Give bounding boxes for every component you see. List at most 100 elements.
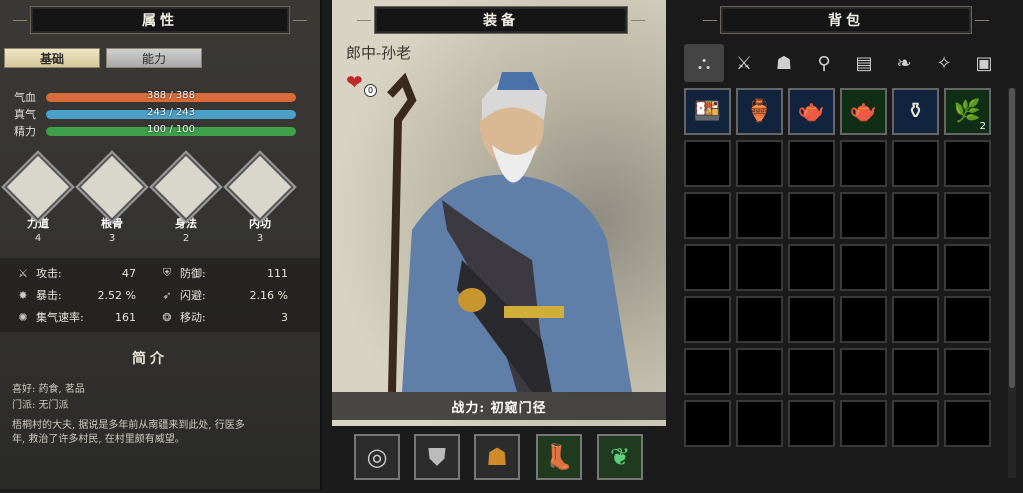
stat-move: ❂ 移动: 3 xyxy=(160,308,288,326)
inventory-scrollbar[interactable] xyxy=(1008,88,1016,478)
attribute-value: 2 xyxy=(182,233,190,244)
stat-value: 2.16 % xyxy=(249,288,288,302)
burst-icon: ✸ xyxy=(18,288,28,302)
inventory-slot-empty[interactable] xyxy=(840,140,887,187)
intro-sect: 门派: 无门派 xyxy=(12,400,69,411)
boots-icon[interactable]: 👢 xyxy=(536,434,582,480)
stat-attack: ⚔ 攻击: 47 xyxy=(16,264,136,282)
ring-icon[interactable]: ◎ xyxy=(354,434,400,480)
accessory-icon[interactable]: ⚲ xyxy=(804,44,844,82)
inventory-slot-empty[interactable] xyxy=(788,192,835,239)
inventory-slot-empty[interactable] xyxy=(944,244,991,291)
constitution-figure-icon xyxy=(78,153,146,221)
stat-defense: ⛨ 防御: 111 xyxy=(160,264,288,282)
dodge-icon: ➶ xyxy=(162,288,172,302)
inventory-slot-empty[interactable] xyxy=(892,244,939,291)
attributes-header: 属性 xyxy=(13,6,307,34)
herb-plant-icon: 🌿 xyxy=(953,99,982,124)
equipment-header: 装备 xyxy=(357,6,645,34)
scroll-thumb[interactable] xyxy=(1009,88,1015,388)
inventory-slot-empty[interactable] xyxy=(736,400,783,447)
armor-icon[interactable]: ☗ xyxy=(764,44,804,82)
helmet-icon[interactable]: ☗ xyxy=(474,434,520,480)
inventory-slot-empty[interactable] xyxy=(892,400,939,447)
inventory-slot-empty[interactable] xyxy=(944,296,991,343)
tray-icon: 🍱 xyxy=(693,99,722,124)
book-icon[interactable]: ▤ xyxy=(844,44,884,82)
inventory-slot-empty[interactable] xyxy=(788,140,835,187)
equipment-slots: ◎ ⛊ ☗ 👢 ❦ xyxy=(332,426,666,489)
stat-value: 47 xyxy=(122,266,136,280)
inventory-slot-empty[interactable] xyxy=(892,296,939,343)
hp-bar: 388 / 388 xyxy=(46,90,296,102)
misc-icon[interactable]: ▣ xyxy=(964,44,1004,82)
inventory-slot-empty[interactable] xyxy=(840,400,887,447)
weapon-icon[interactable]: ⚔ xyxy=(724,44,764,82)
inventory-slot-empty[interactable] xyxy=(736,192,783,239)
inventory-slot-empty[interactable] xyxy=(944,192,991,239)
inventory-slot-empty[interactable] xyxy=(840,244,887,291)
inventory-slot-empty[interactable] xyxy=(788,348,835,395)
inventory-slot-empty[interactable] xyxy=(944,348,991,395)
stat-label: 防御: xyxy=(180,267,206,280)
combat-stats: ⚔ 攻击: 47 ⛨ 防御: 111 ✸ 暴击: 2.52 % ➶ 闪避: 2.… xyxy=(0,258,322,332)
inventory-slot-empty[interactable] xyxy=(684,140,731,187)
sword-icon: ⚔ xyxy=(18,266,28,280)
inventory-slot-empty[interactable] xyxy=(840,348,887,395)
inventory-slot-empty[interactable] xyxy=(736,296,783,343)
herb-icon[interactable]: ❧ xyxy=(884,44,924,82)
inventory-slot-empty[interactable] xyxy=(944,400,991,447)
inventory-slot-empty[interactable] xyxy=(944,140,991,187)
agility-figure-icon xyxy=(152,153,220,221)
inventory-slot-item[interactable]: 🫖 xyxy=(788,88,835,135)
inventory-slot-empty[interactable] xyxy=(736,140,783,187)
inventory-slot-empty[interactable] xyxy=(684,296,731,343)
armor-icon[interactable]: ⛊ xyxy=(414,434,460,480)
inventory-slot-empty[interactable] xyxy=(736,244,783,291)
skill-icon[interactable]: ✧ xyxy=(924,44,964,82)
stat-value: 161 xyxy=(115,310,136,324)
teapot-icon: 🫖 xyxy=(797,99,826,124)
inventory-slot-empty[interactable] xyxy=(788,244,835,291)
attribute-constitution[interactable]: 根骨 3 xyxy=(78,153,146,244)
dark-teapot-icon: 🫖 xyxy=(849,99,878,124)
inventory-slot-empty[interactable] xyxy=(788,296,835,343)
heart-count: 0 xyxy=(364,84,377,97)
inventory-slot-item[interactable]: 🌿 2 xyxy=(944,88,991,135)
inventory-slot-empty[interactable] xyxy=(840,192,887,239)
gourd-bottle-icon: ⚱ xyxy=(906,99,925,124)
attribute-strength[interactable]: 力道 4 xyxy=(4,153,72,244)
attribute-inner-force[interactable]: 内功 3 xyxy=(226,153,294,244)
inventory-slot-empty[interactable] xyxy=(892,140,939,187)
inventory-slot-empty[interactable] xyxy=(684,400,731,447)
inventory-panel: 背包 ⛬ ⚔ ☗ ⚲ ▤ ❧ ✧ ▣ 🍱 🏺 🫖 🫖 ⚱ 🌿 2 xyxy=(676,0,1023,489)
intro-hobby: 喜好: 药食, 茗品 xyxy=(12,384,85,395)
qi-value: 243 / 243 xyxy=(147,106,195,118)
inventory-slot-item[interactable]: ⚱ xyxy=(892,88,939,135)
all-icon[interactable]: ⛬ xyxy=(684,44,724,82)
intro-title: 简介 xyxy=(132,351,168,367)
inventory-slot-item[interactable]: 🫖 xyxy=(840,88,887,135)
hp-label: 气血 xyxy=(14,91,36,104)
strength-figure-icon xyxy=(4,153,72,221)
inventory-slot-empty[interactable] xyxy=(684,192,731,239)
inventory-slot-empty[interactable] xyxy=(684,348,731,395)
stat-label: 集气速率: xyxy=(36,311,84,324)
attributes-panel: 属性 基础 能力 气血 388 / 388 真气 243 / 243 精力 10… xyxy=(0,0,322,489)
inventory-slot-empty[interactable] xyxy=(840,296,887,343)
inventory-slot-empty[interactable] xyxy=(736,348,783,395)
jade-pendant-icon[interactable]: ❦ xyxy=(597,434,643,480)
item-count: 2 xyxy=(979,121,986,132)
inventory-slot-empty[interactable] xyxy=(788,400,835,447)
attribute-agility[interactable]: 身法 2 xyxy=(152,153,220,244)
attribute-value: 3 xyxy=(256,233,264,244)
tab-basic[interactable]: 基础 xyxy=(4,48,100,68)
inventory-slot-item[interactable]: 🏺 xyxy=(736,88,783,135)
inventory-slot-empty[interactable] xyxy=(892,348,939,395)
inner-force-figure-icon xyxy=(226,153,294,221)
inventory-slot-empty[interactable] xyxy=(892,192,939,239)
inventory-slot-empty[interactable] xyxy=(684,244,731,291)
inventory-slot-item[interactable]: 🍱 xyxy=(684,88,731,135)
tab-ability[interactable]: 能力 xyxy=(106,48,202,68)
attribute-value: 3 xyxy=(108,233,116,244)
